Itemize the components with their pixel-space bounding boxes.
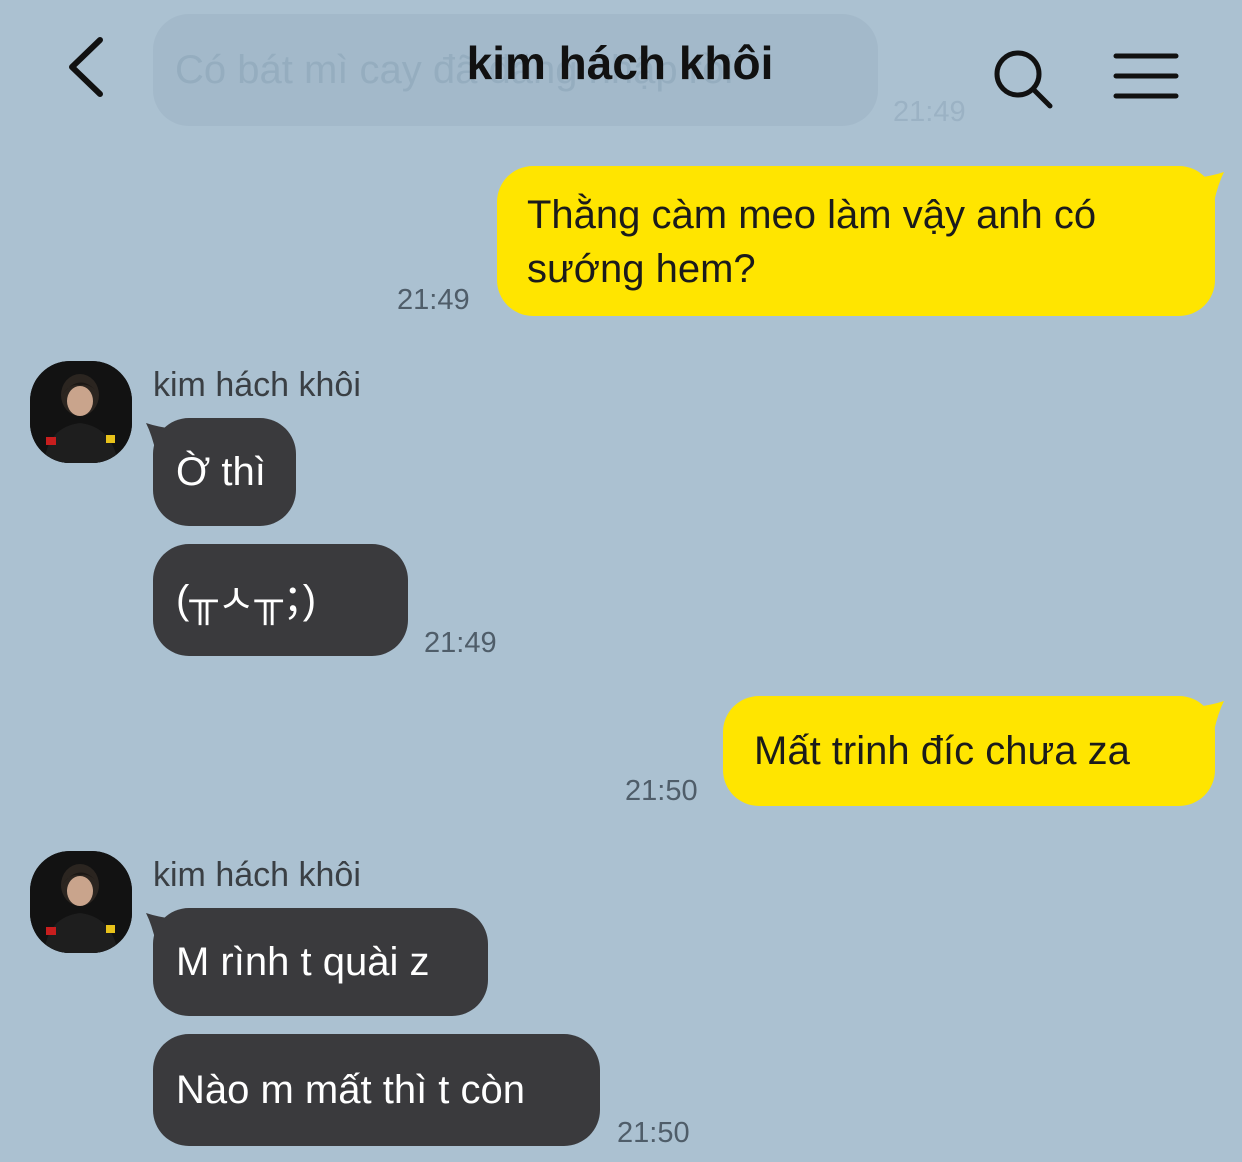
their-message-bubble[interactable]: (╥ㅅ╥；) — [153, 544, 408, 656]
their-message-bubble[interactable]: M rình t quài z — [153, 908, 488, 1016]
bubble-tail — [1196, 701, 1224, 731]
bubble-tail — [146, 913, 174, 943]
message-time: 21:49 — [397, 284, 470, 316]
message-text: Mất trinh đíc chưa za — [754, 729, 1130, 773]
message-text: Ờ thì — [176, 450, 266, 494]
my-message-bubble[interactable]: Mất trinh đíc chưa za — [723, 696, 1215, 806]
menu-icon — [1113, 53, 1179, 99]
message-text: Nào m mất thì t còn — [176, 1068, 526, 1112]
message-time: 21:49 — [424, 627, 497, 659]
their-message-bubble[interactable]: Nào m mất thì t còn — [153, 1034, 600, 1146]
message-text-line: sướng hem? — [527, 247, 756, 291]
sender-name: kim hách khôi — [153, 366, 361, 404]
message-text-line: Thằng càm meo làm vậy anh có — [527, 193, 1097, 237]
avatar[interactable] — [30, 851, 132, 953]
search-icon — [994, 50, 1053, 109]
message-text: M rình t quài z — [176, 940, 430, 984]
message-text: (╥ㅅ╥；) — [176, 578, 317, 622]
previous-message-time: 21:49 — [893, 96, 966, 128]
avatar-photo — [30, 361, 132, 463]
search-button[interactable] — [990, 46, 1058, 114]
sender-name: kim hách khôi — [153, 856, 361, 894]
bubble-tail — [1196, 172, 1224, 202]
menu-button[interactable] — [1110, 48, 1182, 104]
bubble-tail — [146, 423, 174, 453]
message-time: 21:50 — [617, 1117, 690, 1149]
my-message-bubble[interactable]: Thằng càm meo làm vậy anh có sướng hem? — [497, 166, 1215, 316]
their-message-bubble[interactable]: Ờ thì — [153, 418, 296, 526]
message-time: 21:50 — [625, 775, 698, 807]
avatar[interactable] — [30, 361, 132, 463]
chat-title: kim hách khôi — [466, 37, 774, 89]
back-chevron-icon — [69, 37, 103, 97]
back-button[interactable] — [58, 30, 124, 106]
avatar-photo — [30, 851, 132, 953]
